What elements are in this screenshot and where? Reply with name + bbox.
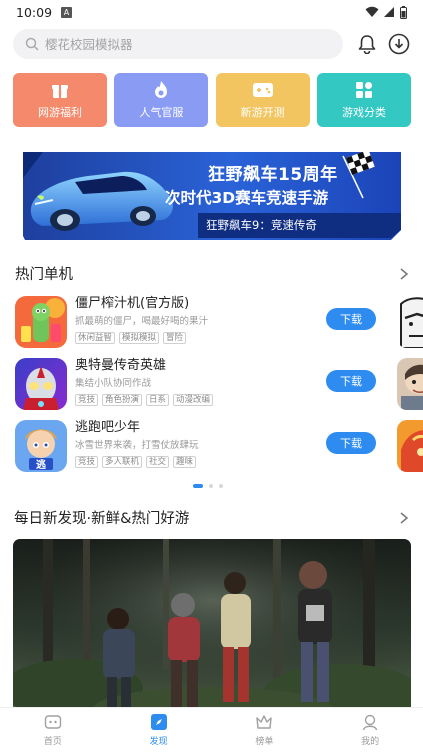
list-item[interactable]: 僵尸榨汁机(官方版) 抓最萌的僵尸，喝最好喝的果汁 休闲益智 模拟模拟 冒险 下…	[13, 296, 423, 352]
category-new-test[interactable]: 新游开测	[215, 73, 310, 127]
list-item[interactable]: 奥特曼传奇英雄 集结小队协同作战 竞技 角色扮演 日系 动漫改编 下载	[13, 358, 423, 414]
status-bar: 10:09 A	[0, 0, 423, 24]
discover-icon	[150, 713, 168, 731]
tab-label: 榜单	[255, 737, 274, 747]
gift-icon: ¥	[49, 80, 71, 100]
grid-icon	[353, 80, 375, 100]
list-item[interactable]: 逃 逃跑吧少年 冰雪世界来袭，打雪仗放肆玩 竞技 多人联机 社交 趣味 下载	[13, 420, 423, 476]
banner-subheadline: 次时代3D赛车竞速手游	[165, 189, 329, 207]
battery-icon	[400, 5, 407, 19]
wifi-icon	[365, 6, 379, 17]
game-tag: 日系	[146, 394, 170, 406]
section-hot-header[interactable]: 热门单机	[13, 263, 411, 284]
game-tag: 竞技	[75, 394, 99, 406]
tab-label: 首页	[43, 737, 62, 747]
game-desc: 集结小队协同作战	[75, 378, 152, 389]
home-icon	[44, 713, 62, 731]
game-tags: 休闲益智 模拟模拟 冒险	[75, 332, 315, 344]
notification-icon: A	[61, 6, 73, 18]
category-label: 游戏分类	[341, 106, 386, 119]
game-desc: 抓最萌的僵尸，喝最好喝的果汁	[75, 316, 209, 327]
game-icon-peek[interactable]	[397, 420, 423, 472]
game-tag: 冒险	[163, 332, 187, 344]
signal-icon	[384, 7, 394, 17]
game-name: 奥特曼传奇英雄	[75, 358, 167, 373]
tab-ranking[interactable]: 榜单	[212, 708, 318, 752]
bell-icon	[358, 35, 376, 54]
game-name: 逃跑吧少年	[75, 420, 141, 435]
crown-icon	[255, 713, 273, 731]
banner-caption: 狂野飙车9：竞速传奇	[206, 218, 317, 232]
search-row	[13, 29, 411, 59]
tab-profile[interactable]: 我的	[317, 708, 423, 752]
promo-banner[interactable]: 狂野飙车15周年 次时代3D赛车竞速手游 狂野飙车9：竞速传奇	[13, 138, 411, 248]
category-official[interactable]: 人气官服	[114, 73, 209, 127]
chevron-right-icon	[400, 267, 409, 280]
section-title: 热门单机	[15, 267, 73, 283]
tab-discover[interactable]: 发现	[106, 708, 212, 752]
game-tag: 动漫改编	[173, 394, 214, 406]
flame-icon	[150, 80, 172, 100]
status-time: 10:09	[16, 4, 53, 20]
chevron-right-icon	[400, 511, 409, 524]
download-button[interactable]: 下载	[326, 308, 376, 330]
game-desc: 冰雪世界来袭，打雪仗放肆玩	[75, 440, 199, 451]
carousel-dot	[219, 484, 223, 488]
category-label: 人气官服	[139, 106, 184, 119]
game-tag: 社交	[146, 456, 170, 468]
section-daily-header[interactable]: 每日新发现·新鲜&热门好游	[13, 507, 411, 528]
game-tags: 竞技 角色扮演 日系 动漫改编	[75, 394, 315, 406]
carousel-dot	[209, 484, 213, 488]
game-icon-peek[interactable]	[397, 358, 423, 410]
download-icon	[388, 33, 410, 55]
game-icon-escape: 逃	[15, 420, 67, 472]
game-tag: 模拟模拟	[119, 332, 160, 344]
category-row: ¥ 网游福利 人气官服 新游开测 游戏分类	[13, 73, 411, 127]
download-button[interactable]	[386, 31, 412, 57]
carousel-dots	[193, 484, 223, 488]
carousel-dot-active	[193, 484, 203, 488]
category-classify[interactable]: 游戏分类	[316, 73, 411, 127]
game-tag: 趣味	[173, 456, 197, 468]
category-welfare[interactable]: ¥ 网游福利	[13, 73, 107, 127]
featured-game-image[interactable]	[13, 539, 411, 714]
game-tag: 休闲益智	[75, 332, 116, 344]
gamepad-icon	[252, 80, 274, 100]
game-icon-peek[interactable]	[397, 296, 423, 348]
game-icon-zombie	[15, 296, 67, 348]
bell-button[interactable]	[354, 31, 380, 57]
svg-text:逃: 逃	[36, 458, 47, 471]
game-tag: 竞技	[75, 456, 99, 468]
game-tags: 竞技 多人联机 社交 趣味	[75, 456, 315, 468]
tab-label: 发现	[149, 737, 168, 747]
category-label: 新游开测	[240, 106, 285, 119]
game-name: 僵尸榨汁机(官方版)	[75, 296, 190, 311]
category-label: 网游福利	[38, 106, 82, 119]
game-icon-ultraman	[15, 358, 67, 410]
svg-text:¥: ¥	[58, 91, 62, 98]
game-info: 逃跑吧少年 冰雪世界来袭，打雪仗放肆玩 竞技 多人联机 社交 趣味	[75, 420, 315, 468]
search-icon	[25, 37, 39, 51]
tab-home[interactable]: 首页	[0, 708, 106, 752]
game-info: 奥特曼传奇英雄 集结小队协同作战 竞技 角色扮演 日系 动漫改编	[75, 358, 315, 406]
search-input[interactable]	[45, 36, 315, 52]
download-button[interactable]: 下载	[326, 370, 376, 392]
game-tag: 多人联机	[102, 456, 143, 468]
bottom-tab-bar: 首页 发现 榜单 我的	[0, 707, 423, 752]
user-icon	[361, 713, 379, 731]
tab-label: 我的	[361, 737, 380, 747]
game-info: 僵尸榨汁机(官方版) 抓最萌的僵尸，喝最好喝的果汁 休闲益智 模拟模拟 冒险	[75, 296, 315, 344]
game-tag: 角色扮演	[102, 394, 143, 406]
banner-headline: 狂野飙车15周年	[208, 165, 338, 185]
search-bar[interactable]	[13, 29, 343, 59]
section-title: 每日新发现·新鲜&热门好游	[14, 511, 190, 527]
download-button[interactable]: 下载	[326, 432, 376, 454]
